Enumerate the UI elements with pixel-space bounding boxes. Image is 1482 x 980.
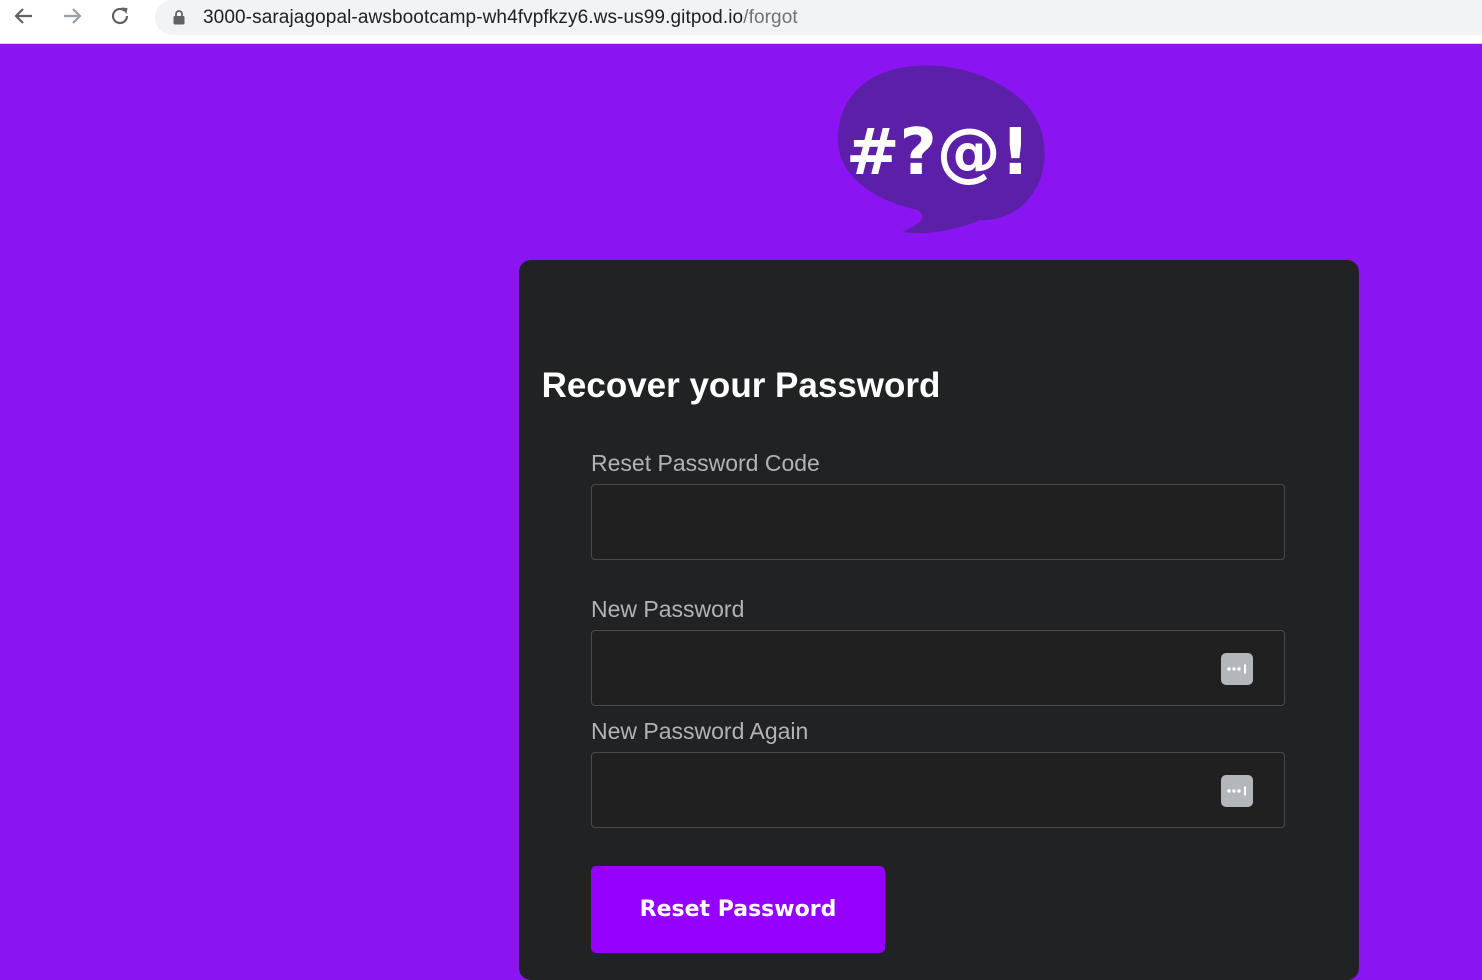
password-manager-icon[interactable] bbox=[1221, 653, 1253, 685]
browser-toolbar: 3000-sarajagopal-awsbootcamp-wh4fvpfkzy6… bbox=[0, 0, 1482, 44]
password-manager-icon[interactable] bbox=[1221, 775, 1253, 807]
reset-code-field bbox=[591, 484, 1285, 560]
back-button[interactable] bbox=[8, 4, 40, 28]
reload-icon bbox=[111, 7, 129, 25]
page-title: Recover your Password bbox=[541, 366, 941, 405]
url-host: 3000-sarajagopal-awsbootcamp-wh4fvpfkzy6… bbox=[203, 6, 744, 28]
reload-button[interactable] bbox=[104, 4, 136, 28]
new-password-again-label: New Password Again bbox=[591, 718, 809, 744]
new-password-input[interactable] bbox=[592, 631, 1284, 705]
forward-arrow-icon bbox=[64, 8, 82, 24]
url-text: 3000-sarajagopal-awsbootcamp-wh4fvpfkzy6… bbox=[203, 7, 798, 29]
reset-password-button[interactable]: Reset Password bbox=[591, 866, 885, 953]
forward-button[interactable] bbox=[56, 4, 88, 28]
new-password-again-field bbox=[591, 752, 1285, 828]
back-arrow-icon bbox=[14, 8, 32, 24]
reset-code-label: Reset Password Code bbox=[591, 450, 820, 476]
new-password-label: New Password bbox=[591, 596, 745, 622]
new-password-again-input[interactable] bbox=[592, 753, 1284, 827]
lock-icon bbox=[173, 10, 187, 26]
app-logo: #?@! bbox=[830, 60, 1050, 240]
reset-code-input[interactable] bbox=[592, 485, 1284, 559]
new-password-field bbox=[591, 630, 1285, 706]
url-path: /forgot bbox=[743, 6, 798, 28]
logo-text: #?@! bbox=[846, 116, 1030, 190]
address-bar[interactable]: 3000-sarajagopal-awsbootcamp-wh4fvpfkzy6… bbox=[155, 0, 1482, 35]
